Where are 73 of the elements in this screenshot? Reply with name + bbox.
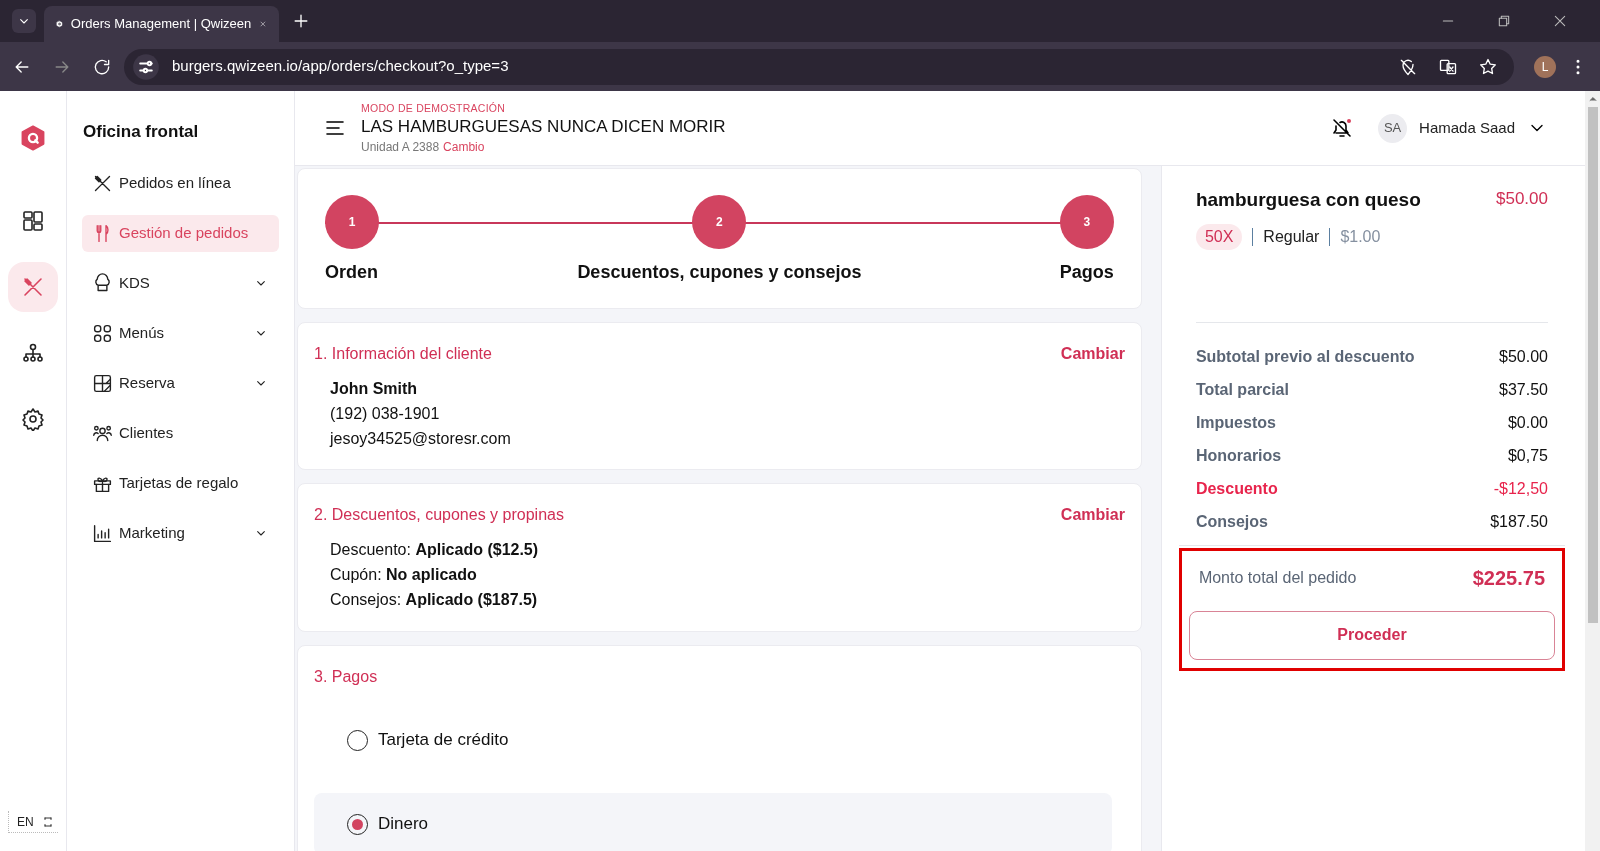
discount-line: Cupón: No aplicado bbox=[330, 565, 478, 585]
user-name[interactable]: Hamada Saad bbox=[1419, 116, 1515, 140]
customer-name: John Smith bbox=[330, 379, 419, 399]
summary-value: $50.00 bbox=[1499, 346, 1548, 367]
total-amount: $225.75 bbox=[1472, 565, 1545, 591]
star-icon[interactable] bbox=[1478, 56, 1498, 77]
item-price: $50.00 bbox=[1496, 188, 1548, 210]
floor-plan-icon bbox=[92, 372, 113, 394]
section-title: 3. Pagos bbox=[314, 667, 378, 687]
summary-value: $0,75 bbox=[1507, 445, 1548, 466]
sidebar-item[interactable]: Tarjetas de regalo bbox=[82, 464, 279, 502]
restaurant-name: LAS HAMBURGUESAS NUNCA DICEN MORIR bbox=[361, 116, 726, 138]
section-title: 1. Información del cliente bbox=[314, 344, 492, 364]
summary-value: $37.50 bbox=[1499, 379, 1548, 400]
discount-line: Consejos: Aplicado ($187.5) bbox=[330, 590, 539, 610]
summary-label: Impuestos bbox=[1195, 412, 1276, 433]
language-toggle[interactable]: EN bbox=[17, 812, 34, 831]
settings-icon bbox=[21, 407, 45, 431]
sidebar-item[interactable]: Gestión de pedidos bbox=[82, 214, 279, 252]
summary-label: Subtotal previo al descuento bbox=[1195, 346, 1415, 367]
address-bar[interactable]: burgers.qwizeen.io/app/orders/checkout?o_type=3 bbox=[124, 48, 1514, 85]
user-avatar: SA bbox=[1378, 113, 1408, 143]
customer-phone: (192) 038-1901 bbox=[330, 404, 441, 424]
change-link[interactable]: Cambio bbox=[443, 137, 485, 156]
sidebar-item[interactable]: Clientes bbox=[82, 414, 279, 452]
tab-search-button[interactable] bbox=[12, 9, 36, 33]
hierarchy-icon bbox=[21, 341, 45, 365]
step-label: Orden bbox=[325, 261, 378, 284]
summary-label: Consejos bbox=[1195, 511, 1268, 532]
step-label: Descuentos, cupones y consejos bbox=[577, 261, 862, 284]
summary-label: Descuento bbox=[1195, 478, 1278, 499]
scrollbar-thumb[interactable] bbox=[1587, 107, 1598, 623]
restore-icon[interactable] bbox=[1496, 13, 1512, 29]
fullscreen-icon bbox=[41, 815, 54, 828]
bar-chart-icon bbox=[92, 522, 113, 544]
site-settings-icon[interactable] bbox=[132, 52, 160, 81]
close-icon[interactable] bbox=[1552, 13, 1568, 29]
change-link[interactable]: Cambiar bbox=[1060, 503, 1125, 527]
section-title: 2. Descuentos, cupones y propinas bbox=[314, 505, 564, 525]
sidebar-item[interactable]: Menús bbox=[82, 314, 279, 352]
summary-value: -$12,50 bbox=[1493, 478, 1548, 499]
tab-title: Orders Management | Qwizeen bbox=[70, 15, 252, 34]
browser-tab[interactable]: Orders Management | Qwizeen bbox=[44, 6, 279, 42]
dashboard-icon bbox=[21, 209, 45, 233]
chef-hat-icon bbox=[92, 272, 113, 294]
sidebar-title: Oficina frontal bbox=[82, 121, 200, 143]
sidebar-item[interactable]: Marketing bbox=[82, 514, 279, 552]
step-label: Pagos bbox=[1059, 261, 1114, 284]
logo-icon bbox=[19, 124, 47, 152]
item-unit-price: $1.00 bbox=[1340, 226, 1381, 247]
profile-avatar[interactable]: L bbox=[1534, 55, 1556, 78]
quantity-badge: 50X bbox=[1195, 223, 1243, 250]
proceed-button[interactable]: Proceder bbox=[1188, 610, 1555, 660]
summary-value: $0.00 bbox=[1507, 412, 1548, 433]
summary-label: Total parcial bbox=[1195, 379, 1289, 400]
grid-icon bbox=[92, 322, 113, 344]
url-text: burgers.qwizeen.io/app/orders/checkout?o_type=3 bbox=[172, 56, 509, 77]
customer-email: jesoy34525@storesr.com bbox=[330, 429, 512, 449]
utensils-icon bbox=[21, 275, 45, 299]
summary-label: Honorarios bbox=[1195, 445, 1282, 466]
item-size: Regular bbox=[1263, 226, 1320, 247]
payment-option[interactable]: Tarjeta de crédito bbox=[314, 709, 1112, 771]
summary-value: $187.50 bbox=[1490, 511, 1548, 532]
change-link[interactable]: Cambiar bbox=[1060, 342, 1125, 366]
sidebar-item[interactable]: Reserva bbox=[82, 364, 279, 402]
discount-line: Descuento: Aplicado ($12.5) bbox=[330, 540, 540, 560]
total-label: Monto total del pedido bbox=[1198, 567, 1357, 588]
sidebar-item[interactable]: KDS bbox=[82, 264, 279, 302]
item-name: hamburguesa con queso bbox=[1195, 188, 1421, 212]
payment-option[interactable]: Dinero bbox=[314, 793, 1112, 851]
demo-mode-label: MODO DE DEMOSTRACIÓN bbox=[361, 100, 507, 116]
sidebar-item[interactable]: Pedidos en línea bbox=[82, 164, 279, 202]
unit-label: Unidad A 2388 bbox=[361, 138, 440, 156]
